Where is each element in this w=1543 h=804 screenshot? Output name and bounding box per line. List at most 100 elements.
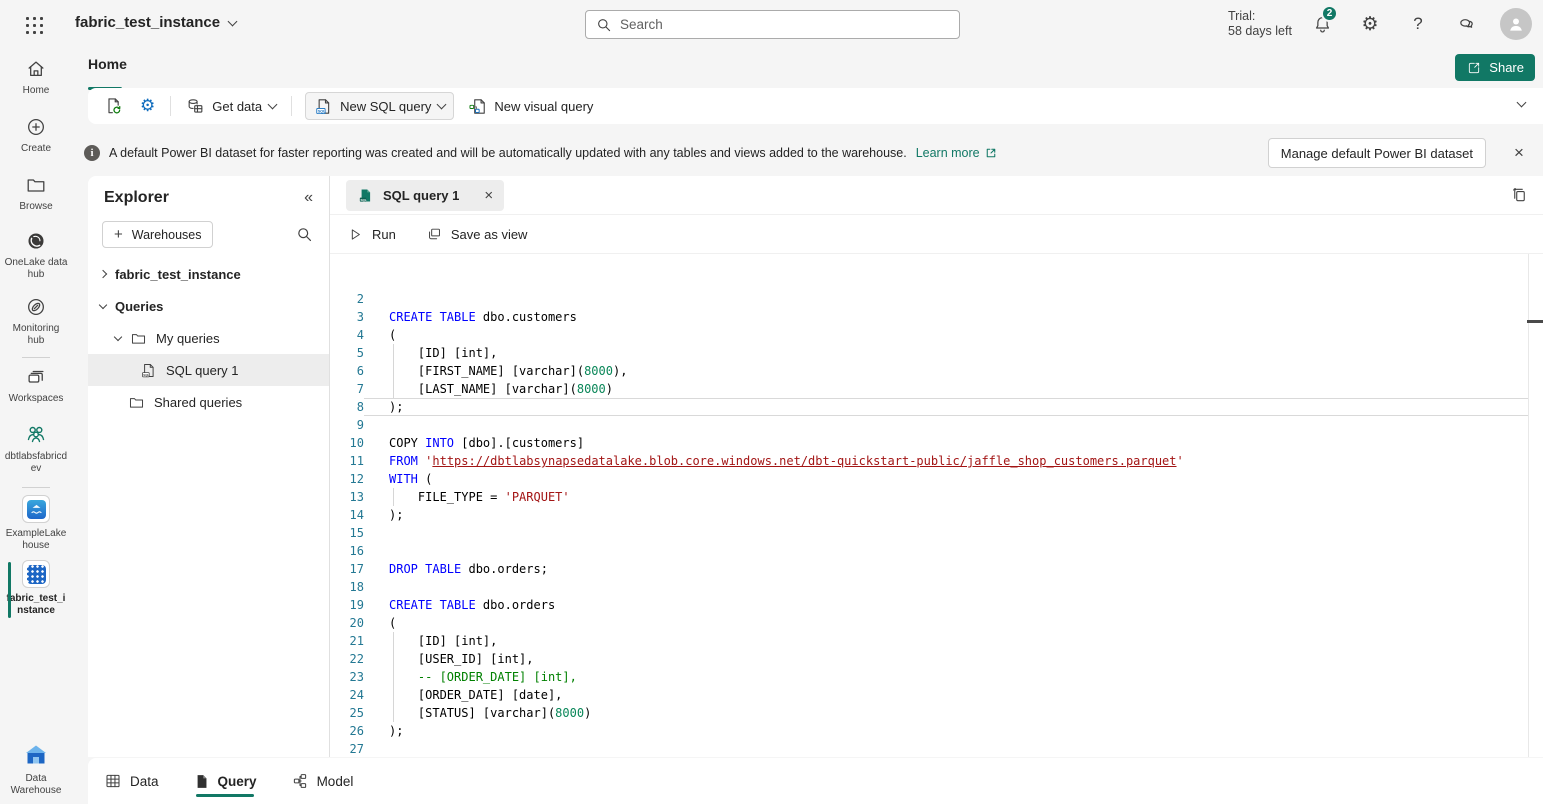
help-button[interactable]: ? (1402, 8, 1434, 40)
data-warehouse-icon (23, 742, 49, 768)
editor-line[interactable]: 18 (330, 578, 1543, 596)
rail-item-dbtlabsfabricdev[interactable]: dbtlabsfabricdev (4, 422, 68, 475)
line-number: 25 (330, 704, 364, 722)
save-as-view-button[interactable]: Save as view (426, 226, 528, 243)
query-document-icon (193, 773, 210, 790)
active-rail-indicator (8, 562, 11, 618)
workspace-switcher[interactable]: fabric_test_instance (75, 14, 236, 31)
share-icon (1466, 60, 1482, 76)
sql-file-icon: SQL (357, 187, 374, 204)
rail-item-data-warehouse[interactable]: Data Warehouse (4, 742, 68, 797)
line-number: 27 (330, 740, 364, 757)
svg-text:SQL: SQL (361, 197, 367, 201)
new-sql-query-button[interactable]: SQL New SQL query (305, 92, 454, 120)
editor-line[interactable]: 8); (330, 398, 1543, 416)
editor-line[interactable]: 19CREATE TABLE dbo.orders (330, 596, 1543, 614)
rail-item-create[interactable]: Create (4, 116, 68, 155)
rail-item-monitoring-hub[interactable]: Monitoring hub (4, 296, 68, 347)
account-avatar[interactable] (1500, 8, 1532, 40)
line-number: 13 (330, 488, 364, 506)
chevron-down-icon (228, 16, 238, 26)
editor-line[interactable]: 17DROP TABLE dbo.orders; (330, 560, 1543, 578)
global-search[interactable] (585, 10, 960, 39)
editor-line[interactable]: 27 (330, 740, 1543, 757)
sql-file-icon: SQL (140, 362, 157, 379)
close-tab-icon[interactable]: × (484, 187, 493, 204)
share-button[interactable]: Share (1455, 54, 1535, 81)
settings-toolbar-button[interactable]: ⚙ (132, 92, 163, 120)
tree-item-queries[interactable]: Queries (88, 290, 329, 322)
rail-item-examplelakehouse[interactable]: ExampleLakehouse (4, 495, 68, 552)
refresh-dataset-button[interactable] (96, 92, 132, 120)
rail-item-workspaces[interactable]: Workspaces (4, 366, 68, 405)
editor-line[interactable]: 2 (330, 290, 1543, 308)
active-view-underline (196, 794, 254, 797)
tree-item-sql-query-1[interactable]: SQL SQL query 1 (88, 354, 329, 386)
editor-line[interactable]: 4( (330, 326, 1543, 344)
editor-line[interactable]: 11FROM 'https://dbtlabsynapsedatalake.bl… (330, 452, 1543, 470)
data-grid-icon (104, 772, 122, 790)
rail-item-onelake-data-hub[interactable]: OneLake data hub (4, 230, 68, 281)
editor-line[interactable]: 15 (330, 524, 1543, 542)
editor-line[interactable]: 20( (330, 614, 1543, 632)
gear-icon: ⚙ (1361, 13, 1378, 35)
editor-line[interactable]: 9 (330, 416, 1543, 434)
copy-icon[interactable] (1510, 186, 1529, 205)
editor-line[interactable]: 6 [FIRST_NAME] [varchar](8000), (330, 362, 1543, 380)
feedback-icon (1456, 14, 1477, 35)
search-input[interactable] (620, 17, 949, 32)
line-number: 15 (330, 524, 364, 542)
editor-line[interactable]: 24 [ORDER_DATE] [date], (330, 686, 1543, 704)
lakehouse-icon (22, 495, 50, 523)
line-number: 20 (330, 614, 364, 632)
collapse-explorer-button[interactable]: « (304, 189, 313, 207)
learn-more-link[interactable]: Learn more (916, 146, 997, 160)
query-tab-sql-query-1[interactable]: SQL SQL query 1 × (346, 180, 504, 211)
editor-line[interactable]: 7 [LAST_NAME] [varchar](8000) (330, 380, 1543, 398)
explorer-title: Explorer (104, 189, 169, 207)
editor-line[interactable]: 14); (330, 506, 1543, 524)
line-number: 12 (330, 470, 364, 488)
chevron-right-icon (99, 270, 107, 278)
feedback-button[interactable] (1450, 8, 1482, 40)
rail-item-browse[interactable]: Browse (4, 174, 68, 213)
rail-item-fabric-test-instance[interactable]: fabric_test_instance (4, 560, 68, 617)
editor-line[interactable]: 26); (330, 722, 1543, 740)
new-warehouse-button[interactable]: + Warehouses (102, 221, 213, 248)
editor-line[interactable]: 23 -- [ORDER_DATE] [int], (330, 668, 1543, 686)
sql-editor[interactable]: 23CREATE TABLE dbo.customers4(5 [ID] [in… (330, 254, 1543, 757)
editor-line[interactable]: 5 [ID] [int], (330, 344, 1543, 362)
new-visual-query-button[interactable]: New visual query (460, 92, 601, 120)
line-number: 8 (330, 398, 364, 416)
editor-line[interactable]: 3CREATE TABLE dbo.customers (330, 308, 1543, 326)
explorer-search-icon[interactable] (296, 226, 313, 243)
line-number: 22 (330, 650, 364, 668)
tree-item-my-queries[interactable]: My queries (88, 322, 329, 354)
tab-home[interactable]: Home (88, 56, 127, 72)
tree-item-shared-queries[interactable]: Shared queries (88, 386, 329, 418)
editor-line[interactable]: 10COPY INTO [dbo].[customers] (330, 434, 1543, 452)
editor-line[interactable]: 21 [ID] [int], (330, 632, 1543, 650)
tab-query[interactable]: Query (193, 758, 257, 804)
editor-line[interactable]: 25 [STATUS] [varchar](8000) (330, 704, 1543, 722)
tree-item-warehouse[interactable]: fabric_test_instance (88, 258, 329, 290)
editor-line[interactable]: 12WITH ( (330, 470, 1543, 488)
ribbon-toolbar: ⚙ Get data SQL New SQL query New visual … (88, 88, 1543, 124)
notifications-button[interactable]: 2 (1306, 8, 1338, 40)
manage-default-dataset-button[interactable]: Manage default Power BI dataset (1268, 138, 1486, 168)
collapse-ribbon-chevron[interactable] (1517, 98, 1527, 108)
editor-line[interactable]: 22 [USER_ID] [int], (330, 650, 1543, 668)
banner-close-button[interactable]: × (1502, 138, 1536, 168)
editor-scrollbar-handle[interactable] (1527, 320, 1543, 323)
settings-button[interactable]: ⚙ (1354, 8, 1386, 40)
tab-model[interactable]: Model (291, 758, 354, 804)
editor-lines: 23CREATE TABLE dbo.customers4(5 [ID] [in… (330, 290, 1543, 757)
line-number: 6 (330, 362, 364, 380)
app-launcher-icon[interactable] (24, 15, 44, 35)
editor-line[interactable]: 16 (330, 542, 1543, 560)
editor-line[interactable]: 13 FILE_TYPE = 'PARQUET' (330, 488, 1543, 506)
run-button[interactable]: Run (347, 226, 396, 243)
rail-item-home[interactable]: Home (4, 58, 68, 97)
get-data-button[interactable]: Get data (178, 92, 284, 120)
tab-data[interactable]: Data (104, 758, 159, 804)
